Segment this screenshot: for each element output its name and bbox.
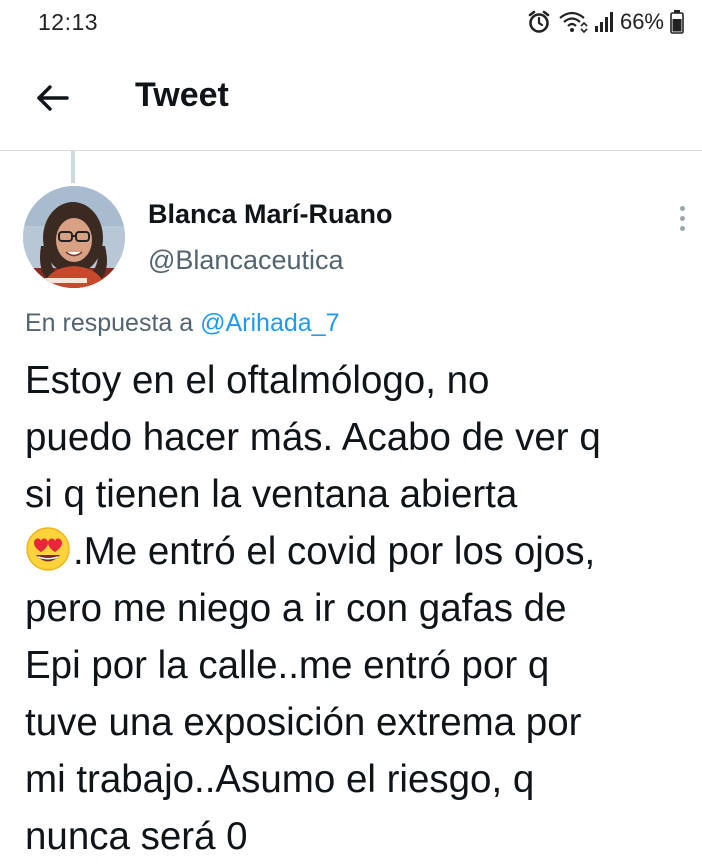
status-time: 12:13 [38, 9, 99, 35]
signal-icon [594, 10, 614, 34]
author-handle[interactable]: @Blancaceutica [148, 245, 344, 276]
avatar-photo [23, 186, 125, 288]
tweet-text-line: .Me entró el covid por los ojos, [73, 530, 596, 573]
avatar[interactable] [23, 186, 125, 288]
status-bar: 12:13 66% [0, 0, 702, 46]
tweet-text-line: nunca será 0 [25, 815, 248, 858]
top-app-bar: Tweet [0, 46, 702, 151]
more-vertical-icon-dot [679, 225, 685, 231]
reply-context: En respuesta a @Arihada_7 [25, 309, 339, 338]
tweet-text-line: Epi por la calle..me entró por q [25, 644, 550, 687]
wifi-icon [558, 9, 588, 35]
tweet-text-line: pero me niego a ir con gafas de [25, 587, 567, 630]
page-title: Tweet [135, 76, 229, 114]
tweet-text-line: Estoy en el oftalmólogo, no [25, 359, 490, 402]
battery-percent: 66% [619, 9, 664, 34]
tweet-text-line: mi trabajo..Asumo el riesgo, q [25, 758, 535, 801]
reply-prefix: En respuesta a [25, 309, 194, 337]
tweet-text: Estoy en el oftalmólogo, no puedo hacer … [25, 352, 695, 865]
tweet-text-line: tuve una exposición extrema por [25, 701, 582, 744]
reply-to-link[interactable]: @Arihada_7 [200, 309, 339, 337]
more-vertical-icon [679, 205, 685, 211]
author-name[interactable]: Blanca Marí-Ruano [148, 199, 393, 230]
more-options-button[interactable] [668, 200, 696, 236]
more-vertical-icon-dot [679, 215, 685, 221]
status-icons: 66% [526, 8, 684, 36]
battery-icon [670, 10, 684, 34]
smiling-face-with-heart-eyes-emoji [26, 527, 70, 571]
tweet-text-line: si q tienen la ventana abierta [25, 473, 518, 516]
thread-connector-line [71, 151, 75, 183]
arrow-left-icon [37, 85, 69, 111]
back-button[interactable] [28, 76, 76, 120]
tweet-text-line: puedo hacer más. Acabo de ver q [25, 416, 601, 459]
alarm-icon [526, 9, 552, 35]
tweet-text-line-with-emoji: .Me entró el covid por los ojos, [25, 523, 695, 580]
